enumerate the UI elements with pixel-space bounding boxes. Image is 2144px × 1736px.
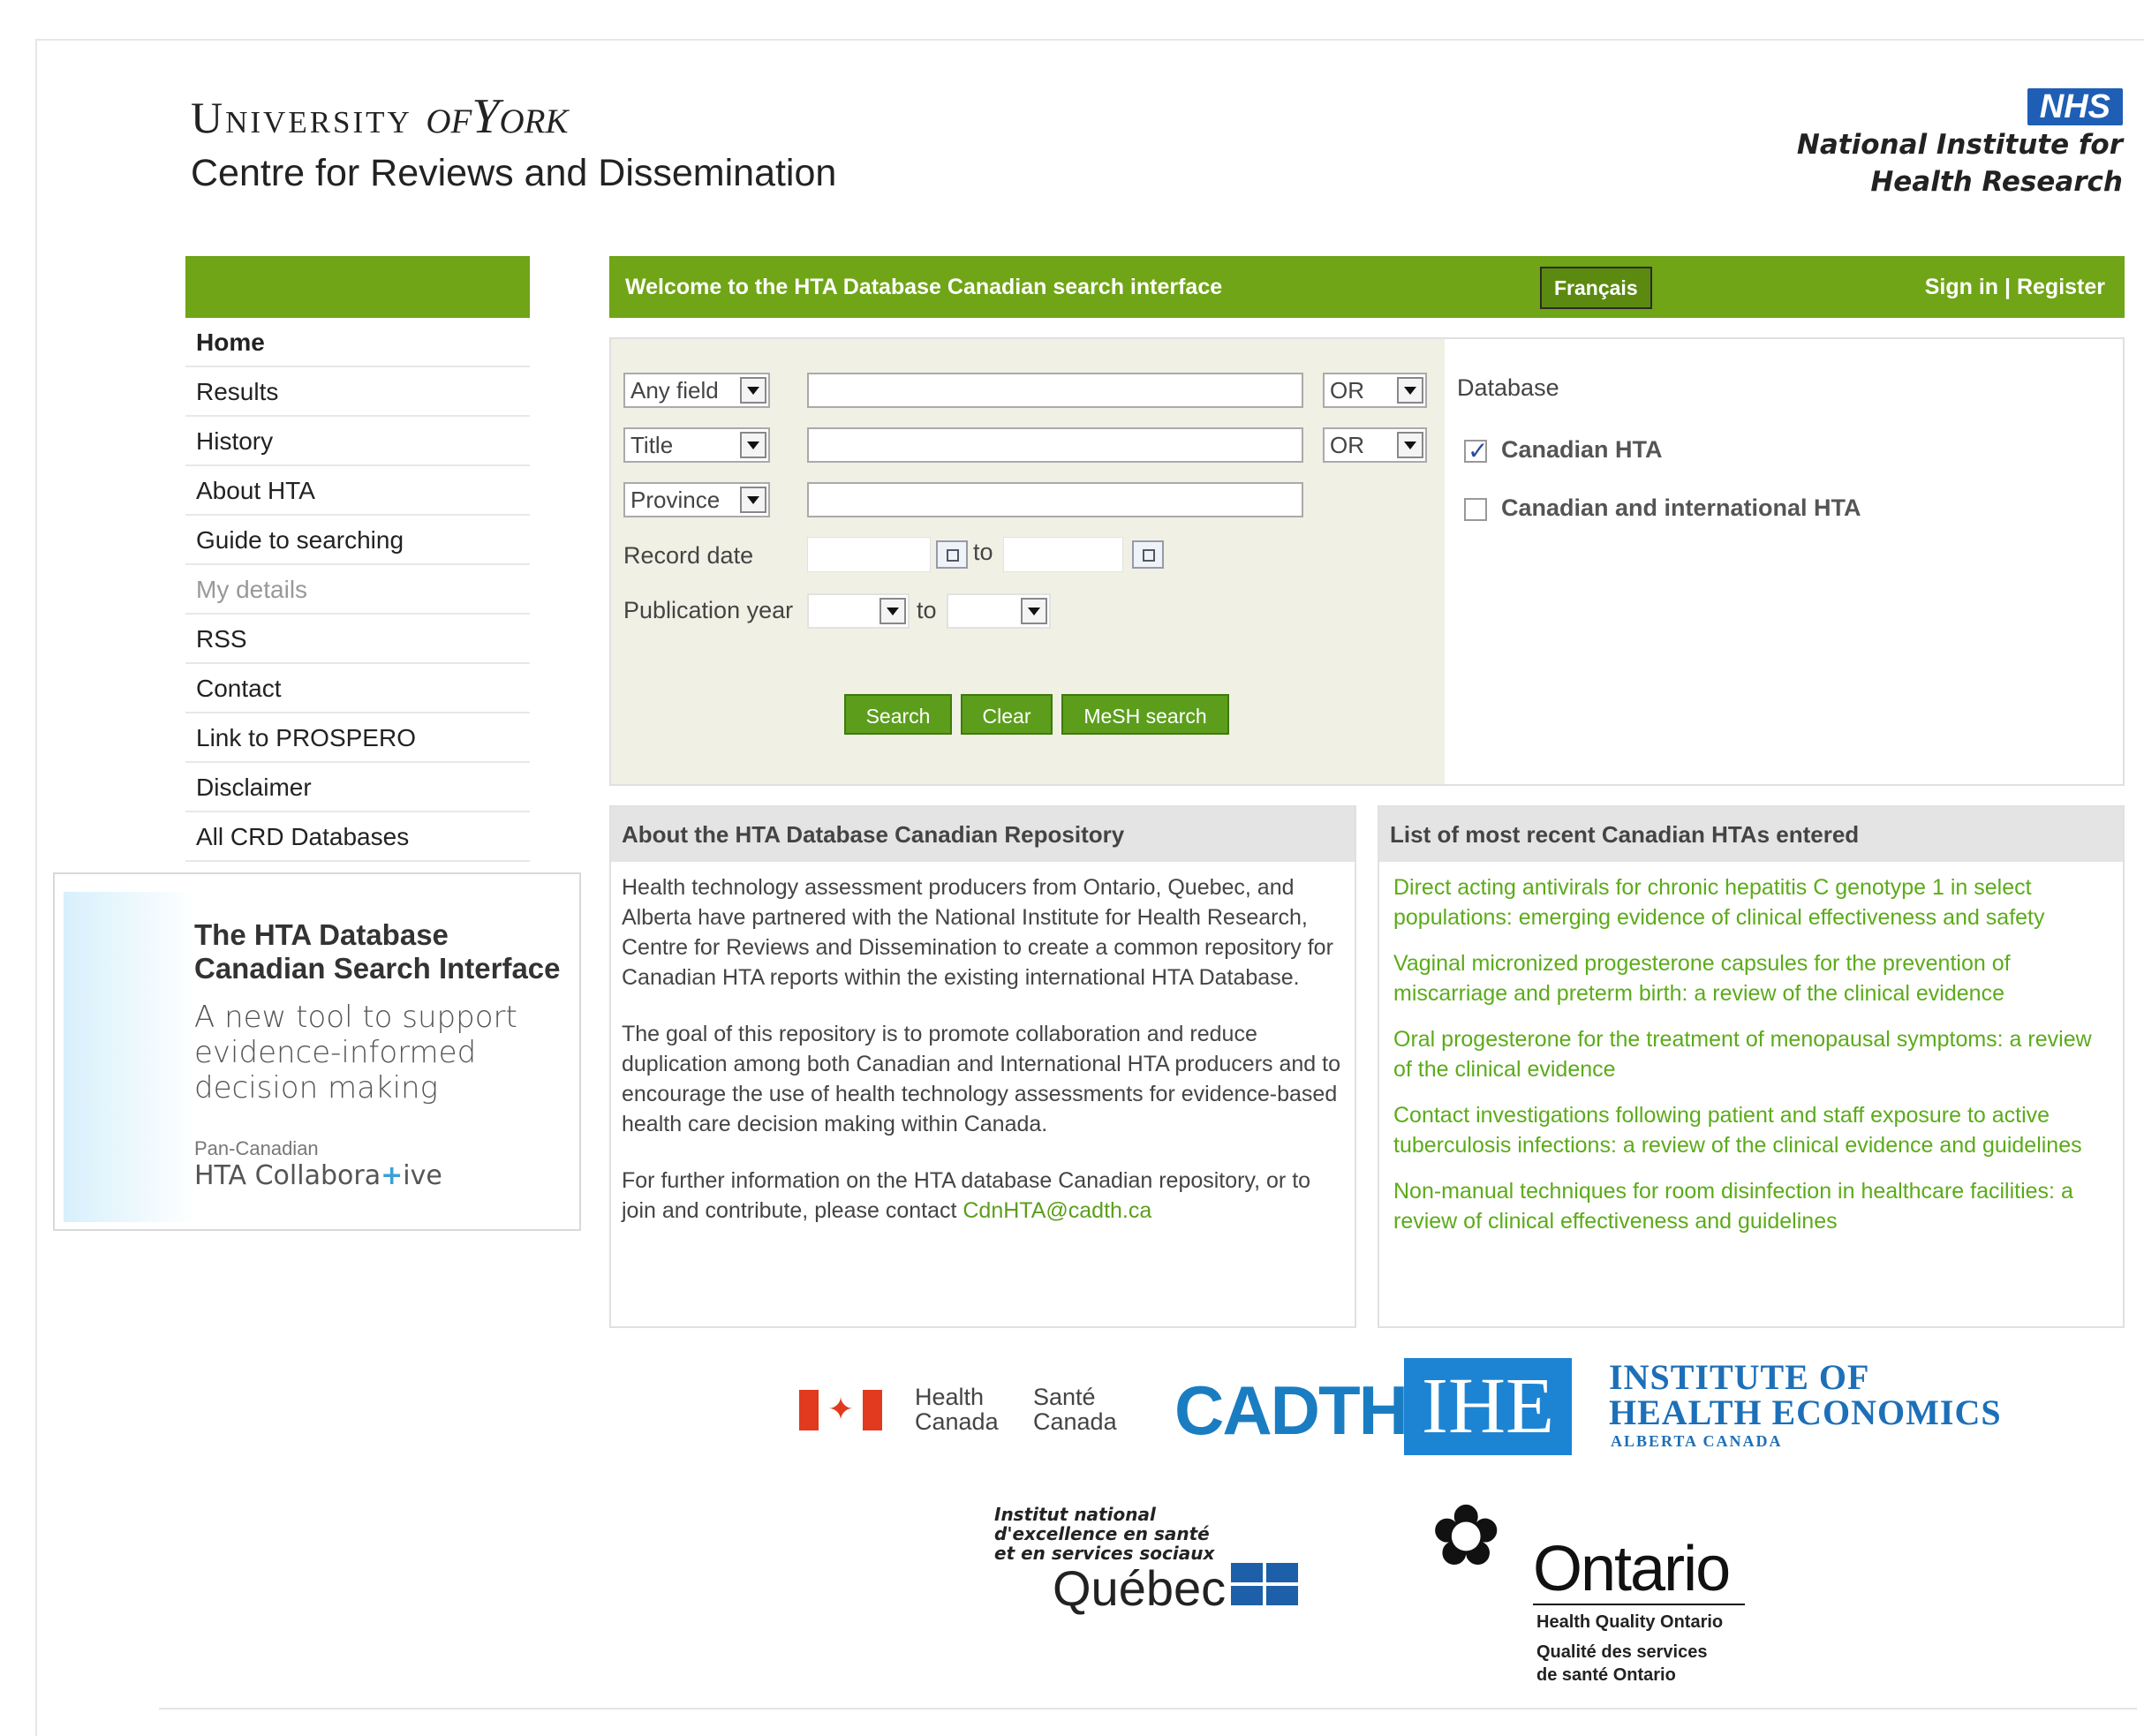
- operator-select-1[interactable]: OR: [1323, 373, 1427, 408]
- francais-button[interactable]: Français: [1540, 267, 1652, 309]
- chevron-down-icon: [1397, 377, 1423, 404]
- calendar-icon[interactable]: [1132, 540, 1164, 569]
- field-select-2[interactable]: Title: [623, 427, 770, 463]
- chevron-down-icon: [1021, 598, 1047, 624]
- clear-button[interactable]: Clear: [961, 694, 1053, 735]
- field-select-1[interactable]: Any field: [623, 373, 770, 408]
- search-panel: Any field OR Title OR Province Record da…: [609, 337, 2125, 786]
- sidebar-item-guide[interactable]: Guide to searching: [185, 516, 530, 565]
- sidebar-item-results[interactable]: Results: [185, 367, 530, 417]
- sidebar-item-rss[interactable]: RSS: [185, 615, 530, 664]
- footer-divider: [159, 1708, 2137, 1710]
- sante-canada-logo[interactable]: Santé Canada: [1033, 1385, 1117, 1434]
- about-paragraph-2: The goal of this repository is to promot…: [622, 1022, 1340, 1136]
- database-title: Database: [1457, 374, 1559, 401]
- record-date-label: Record date: [623, 542, 754, 569]
- ihe-name: INSTITUTE OF HEALTH ECONOMICS: [1609, 1357, 2002, 1432]
- health-canada-logo[interactable]: Health Canada: [915, 1385, 999, 1434]
- inesss-logo[interactable]: Institut national d'excellence en santé …: [994, 1505, 1214, 1563]
- sidebar-item-my-details[interactable]: My details: [185, 565, 530, 615]
- canadian-hta-checkbox[interactable]: [1464, 436, 1488, 465]
- divider: [1533, 1604, 1745, 1605]
- pubyear-from-select[interactable]: [807, 593, 910, 629]
- ihe-subtitle: ALBERTA CANADA: [1611, 1432, 1783, 1450]
- mesh-search-button[interactable]: MeSH search: [1061, 694, 1229, 735]
- promo-title: The HTA Database Canadian Search Interfa…: [194, 918, 561, 985]
- operator-select-2[interactable]: OR: [1323, 427, 1427, 463]
- recent-htas-box: List of most recent Canadian HTAs entere…: [1378, 805, 2125, 1328]
- recent-hta-link[interactable]: Oral progesterone for the treatment of m…: [1393, 1024, 2112, 1084]
- chevron-down-icon: [740, 377, 766, 404]
- to-label: to: [917, 597, 937, 623]
- sidebar-item-disclaimer[interactable]: Disclaimer: [185, 763, 530, 812]
- chevron-down-icon: [879, 598, 906, 624]
- ontario-logo[interactable]: Ontario: [1533, 1533, 1731, 1605]
- sidebar-item-history[interactable]: History: [185, 417, 530, 466]
- promo-collab-small: Pan-Canadian: [194, 1137, 319, 1159]
- contact-email-link[interactable]: CdnHTA@cadth.ca: [963, 1198, 1151, 1223]
- pubyear-to-select[interactable]: [947, 593, 1051, 629]
- province-select[interactable]: Province: [623, 482, 770, 517]
- nhs-logo[interactable]: NHS: [2027, 88, 2123, 125]
- sidebar-item-contact[interactable]: Contact: [185, 664, 530, 713]
- about-paragraph-1: Health technology assessment producers f…: [622, 875, 1333, 990]
- university-of-york-logo[interactable]: University ofYork: [191, 88, 568, 145]
- sidebar-nav: Home Results History About HTA Guide to …: [185, 318, 530, 862]
- cadth-logo[interactable]: CADTH: [1174, 1370, 1408, 1451]
- recent-heading: List of most recent Canadian HTAs entere…: [1379, 807, 2123, 862]
- sidebar-header-bar: [185, 256, 530, 318]
- search-form: Any field OR Title OR Province Record da…: [611, 339, 1445, 784]
- canadian-international-checkbox[interactable]: [1464, 498, 1487, 521]
- ihe-logo[interactable]: IHE: [1404, 1358, 1572, 1455]
- promo-gradient: [64, 892, 196, 1222]
- record-date-from[interactable]: [807, 537, 931, 572]
- search-input-2[interactable]: [807, 427, 1303, 463]
- promo-banner[interactable]: The HTA Database Canadian Search Interfa…: [53, 872, 581, 1231]
- chevron-down-icon: [740, 432, 766, 458]
- about-repository-box: About the HTA Database Canadian Reposito…: [609, 805, 1356, 1328]
- recent-hta-link[interactable]: Direct acting antivirals for chronic hep…: [1393, 872, 2112, 932]
- sidebar-item-home[interactable]: Home: [185, 318, 530, 367]
- record-date-to[interactable]: [1003, 537, 1123, 572]
- ontario-trillium-icon: ✿: [1431, 1489, 1502, 1583]
- hqo-french: Qualité des services de santé Ontario: [1536, 1642, 1708, 1685]
- sidebar-item-prospero[interactable]: Link to PROSPERO: [185, 713, 530, 763]
- recent-hta-link[interactable]: Non-manual techniques for room disinfect…: [1393, 1176, 2112, 1236]
- to-label: to: [973, 539, 993, 565]
- search-button[interactable]: Search: [844, 694, 952, 735]
- quebec-flag-icon: [1231, 1563, 1298, 1605]
- search-input-1[interactable]: [807, 373, 1303, 408]
- welcome-bar: Welcome to the HTA Database Canadian sea…: [609, 256, 2125, 318]
- canadian-hta-label: Canadian HTA: [1501, 436, 1663, 463]
- crd-title: Centre for Reviews and Dissemination: [191, 152, 837, 194]
- signin-register-link[interactable]: Sign in | Register: [1925, 256, 2105, 318]
- about-heading: About the HTA Database Canadian Reposito…: [611, 807, 1355, 862]
- hqo-english: Health Quality Ontario: [1536, 1612, 1724, 1632]
- hta-collaborative-logo: HTA Collabora+ive: [194, 1160, 442, 1191]
- canada-flag-icon: ✦: [799, 1390, 882, 1430]
- sidebar-item-about-hta[interactable]: About HTA: [185, 466, 530, 516]
- welcome-text: Welcome to the HTA Database Canadian sea…: [625, 275, 1223, 299]
- calendar-icon[interactable]: [936, 540, 968, 569]
- chevron-down-icon: [740, 487, 766, 513]
- province-input[interactable]: [807, 482, 1303, 517]
- publication-year-label: Publication year: [623, 597, 794, 623]
- canadian-international-label: Canadian and international HTA: [1501, 494, 1861, 521]
- recent-hta-link[interactable]: Vaginal micronized progesterone capsules…: [1393, 948, 2112, 1008]
- recent-hta-link[interactable]: Contact investigations following patient…: [1393, 1100, 2112, 1160]
- nihr-name: National Institute for Health Research: [1796, 129, 2123, 198]
- sidebar-item-all-crd[interactable]: All CRD Databases: [185, 812, 530, 862]
- chevron-down-icon: [1397, 432, 1423, 458]
- quebec-wordmark: Québec: [1053, 1560, 1227, 1616]
- about-paragraph-3: For further information on the HTA datab…: [622, 1168, 1311, 1223]
- promo-text: A new tool to support evidence-informed …: [194, 1000, 517, 1106]
